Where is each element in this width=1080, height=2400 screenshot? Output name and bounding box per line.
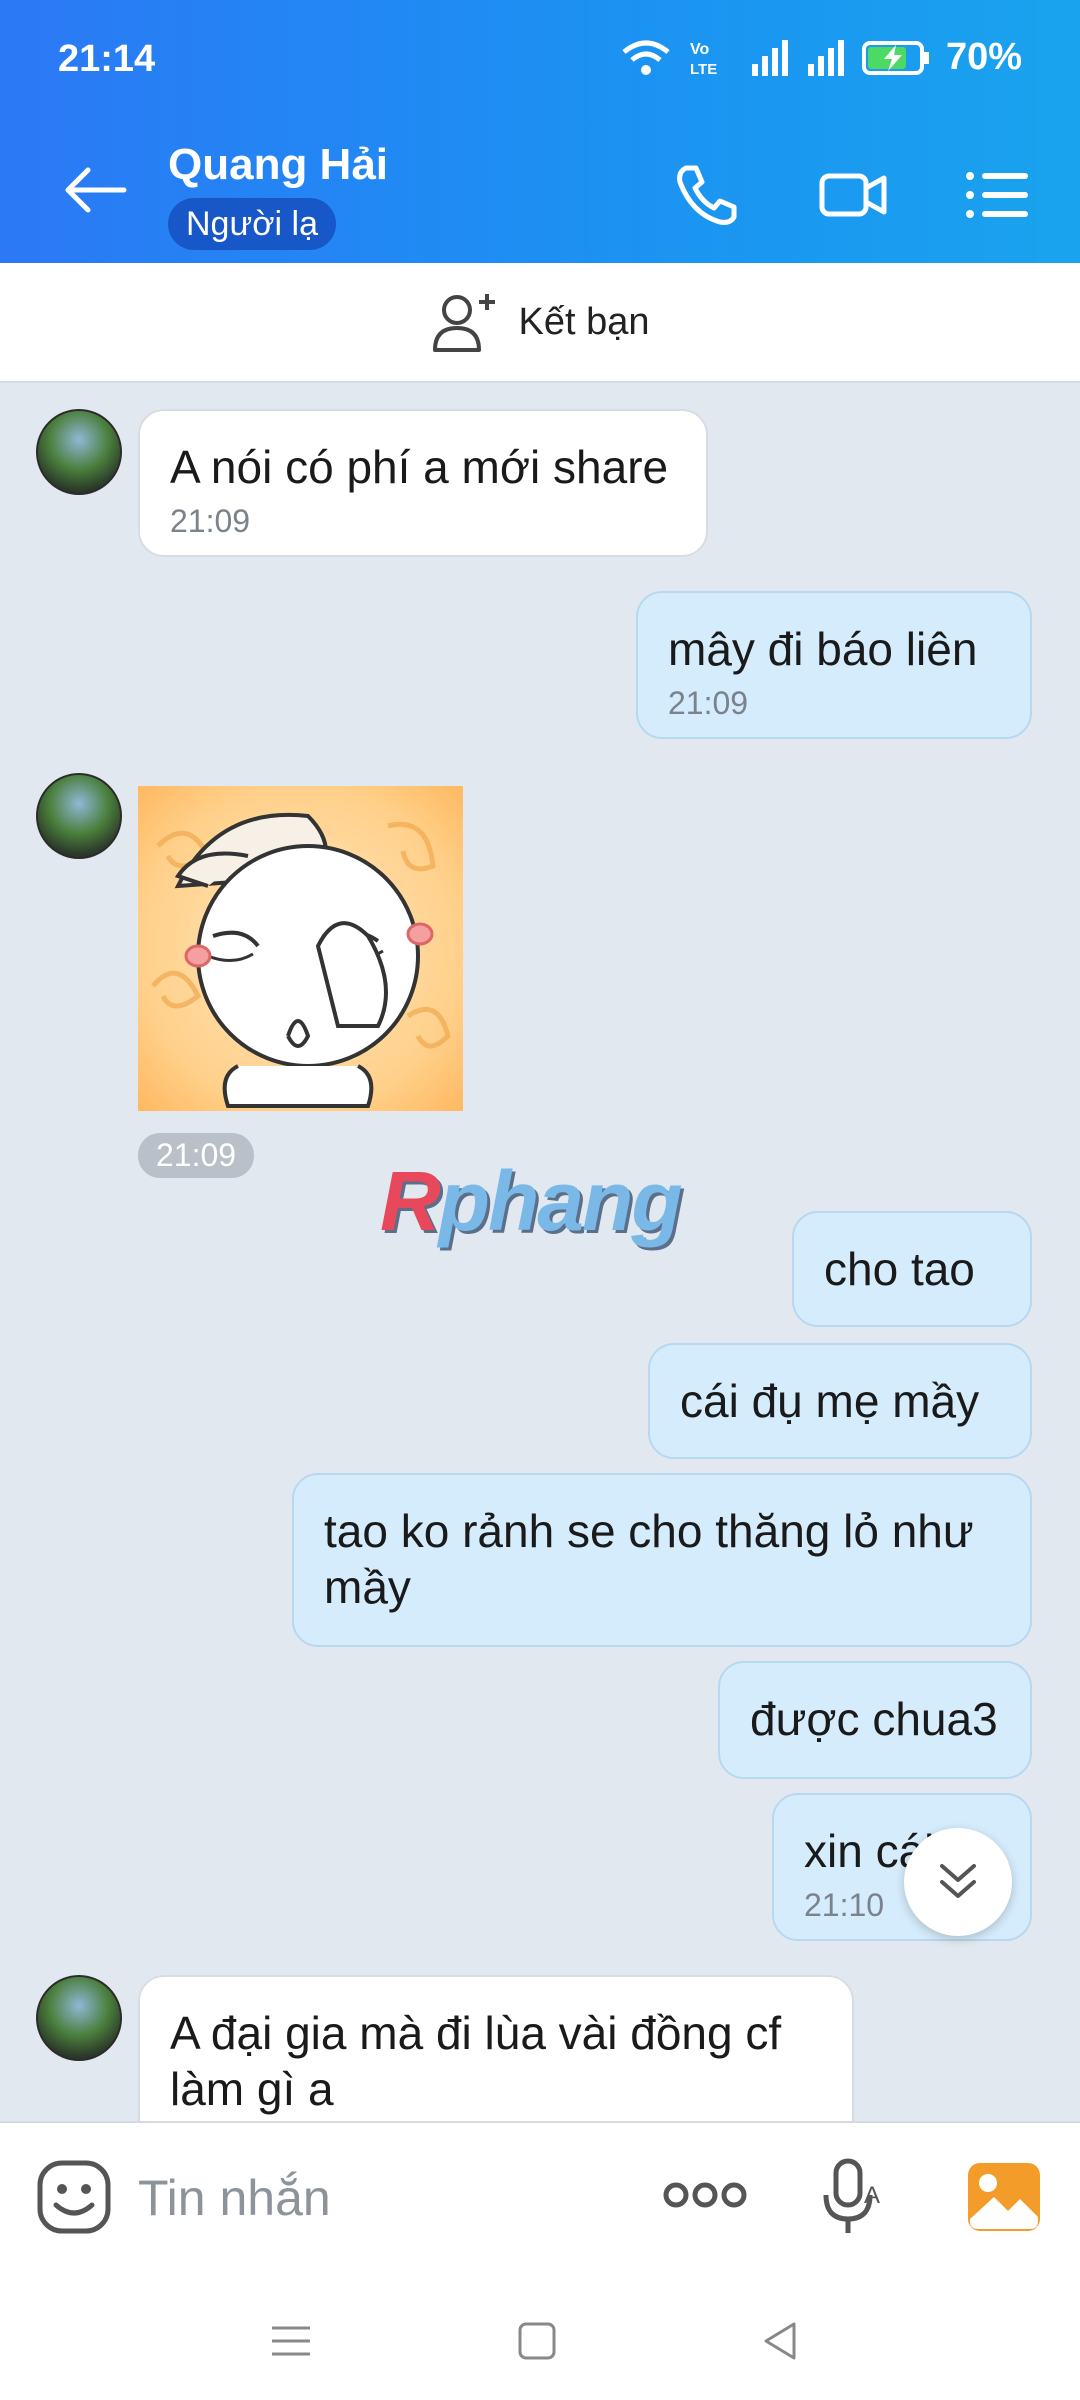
message-list[interactable]: A nói có phí a mới share 21:09 mây đi bá… <box>0 383 1080 2121</box>
battery-percent: 70% <box>945 36 1022 78</box>
message-incoming[interactable]: A nói có phí a mới share 21:09 <box>138 409 708 557</box>
avatar[interactable] <box>36 1975 122 2061</box>
sticker-image[interactable] <box>138 786 463 1111</box>
back-nav-icon[interactable] <box>756 2316 806 2366</box>
message-input-bar: A <box>0 2121 1080 2278</box>
stranger-badge: Người lạ <box>168 198 336 250</box>
message-text: tao ko rảnh se cho thăng lỏ như mầy <box>324 1505 974 1613</box>
message-text: A nói có phí a mới share <box>170 441 669 493</box>
chat-header: 21:14 Vo LTE 70% Quang Hải Người lạ <box>0 0 1080 263</box>
message-outgoing[interactable]: được chua3 <box>718 1661 1032 1779</box>
svg-text:Vo: Vo <box>690 41 709 58</box>
add-friend-button[interactable]: Kết bạn <box>0 263 1080 383</box>
menu-list-icon[interactable] <box>962 160 1032 230</box>
add-user-icon <box>432 294 495 352</box>
svg-text:LTE: LTE <box>690 61 717 78</box>
message-outgoing[interactable]: cái đụ mẹ mầy <box>648 1343 1032 1459</box>
status-time: 21:14 <box>58 38 156 80</box>
message-text: cho tao <box>824 1243 975 1295</box>
message-outgoing[interactable]: mây đi báo liên 21:09 <box>636 591 1032 739</box>
message-text: cái đụ mẹ mầy <box>680 1375 980 1427</box>
volte-icon: Vo LTE <box>690 41 717 78</box>
message-outgoing[interactable]: tao ko rảnh se cho thăng lỏ như mầy <box>292 1473 1032 1647</box>
video-call-icon[interactable] <box>818 160 888 230</box>
battery-charging-icon <box>861 40 929 75</box>
sticker-time: 21:09 <box>138 1133 255 1178</box>
image-gallery-icon[interactable] <box>966 2161 1042 2233</box>
message-time: 21:09 <box>170 503 251 539</box>
recent-apps-icon[interactable] <box>266 2316 316 2366</box>
voice-microphone-icon[interactable]: A <box>820 2157 890 2237</box>
message-input[interactable] <box>138 2153 578 2243</box>
system-navigation-bar <box>0 2278 1080 2400</box>
scroll-to-bottom-button[interactable] <box>904 1828 1012 1936</box>
watermark-logo: Rphang <box>380 1154 683 1248</box>
message-time: 21:09 <box>668 685 749 721</box>
message-outgoing[interactable]: cho tao <box>792 1211 1032 1327</box>
message-text: được chua3 <box>750 1693 998 1745</box>
add-friend-label: Kết bạn <box>518 300 650 343</box>
home-icon[interactable] <box>512 2316 562 2366</box>
back-arrow-icon[interactable] <box>60 160 130 220</box>
message-incoming[interactable]: A đại gia mà đi lùa vài đồng cf làm gì a <box>138 1975 854 2121</box>
avatar[interactable] <box>36 773 122 859</box>
contact-name[interactable]: Quang Hải <box>168 140 388 190</box>
sticker-character <box>151 812 451 1108</box>
svg-text:A: A <box>864 2182 880 2209</box>
phone-icon[interactable] <box>672 160 742 230</box>
double-chevron-down-icon <box>940 1864 976 1898</box>
signal-icon <box>751 39 788 76</box>
message-text: mây đi báo liên <box>668 623 978 675</box>
avatar[interactable] <box>36 409 122 495</box>
status-icons: Vo LTE 70% <box>620 36 1022 79</box>
message-text: A đại gia mà đi lùa vài đồng cf làm gì a <box>170 2007 782 2115</box>
signal-icon <box>807 39 844 76</box>
wifi-icon <box>622 40 670 75</box>
more-options-icon[interactable] <box>662 2175 748 2215</box>
emoji-icon[interactable] <box>36 2159 112 2235</box>
